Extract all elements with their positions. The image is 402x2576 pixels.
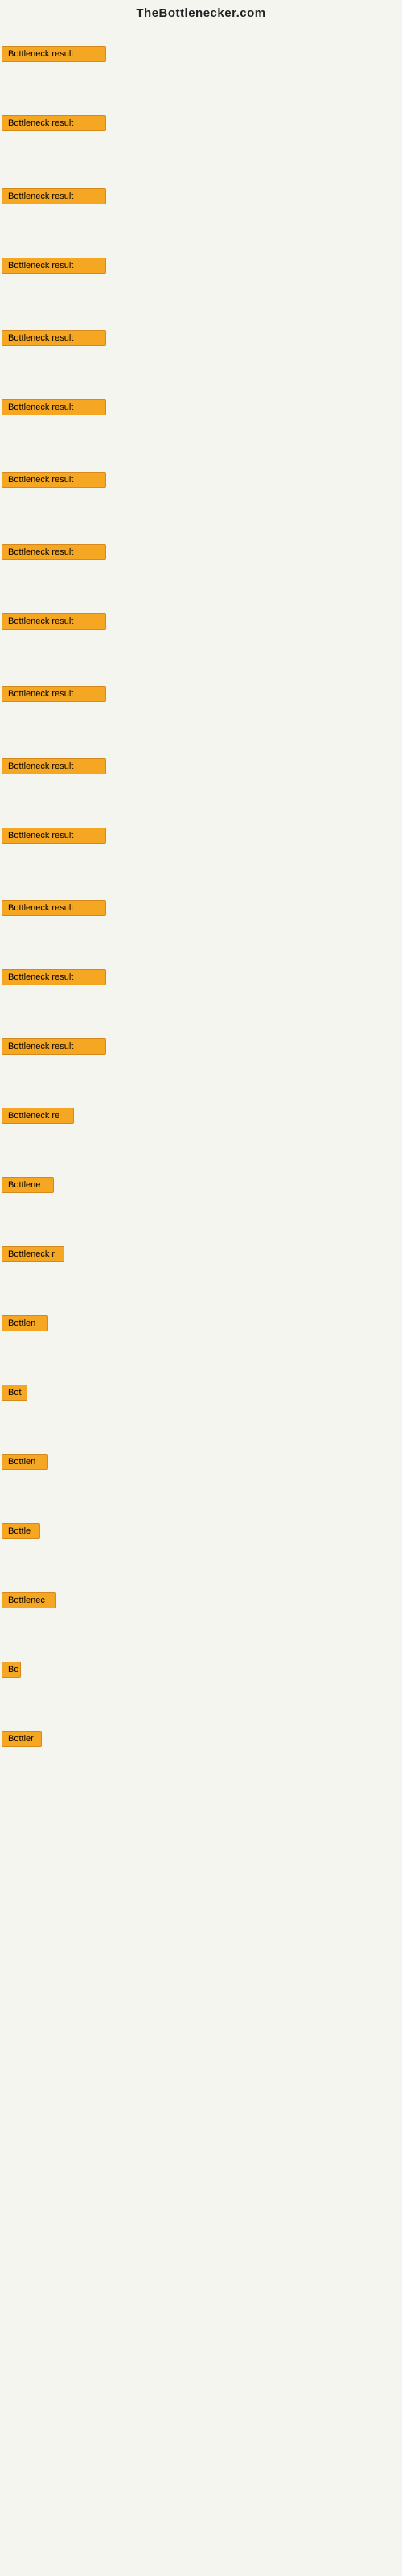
bottleneck-badge-row: Bottleneck result: [2, 544, 106, 564]
bottleneck-badge[interactable]: Bottleneck result: [2, 1038, 106, 1055]
bottleneck-badge-row: Bottleneck result: [2, 258, 106, 278]
bottleneck-badge[interactable]: Bottleneck result: [2, 258, 106, 274]
bottleneck-badge[interactable]: Bottleneck result: [2, 544, 106, 560]
bottleneck-badge[interactable]: Bottleneck result: [2, 330, 106, 346]
bottleneck-badge-row: Bottleneck result: [2, 330, 106, 350]
bottleneck-badge[interactable]: Bottle: [2, 1523, 40, 1539]
bottleneck-badge-row: Bottler: [2, 1731, 42, 1751]
bottleneck-badge[interactable]: Bot: [2, 1385, 27, 1401]
bottleneck-badge[interactable]: Bottleneck result: [2, 828, 106, 844]
bottleneck-badge[interactable]: Bottleneck r: [2, 1246, 64, 1262]
bottleneck-badge-row: Bottlenec: [2, 1592, 56, 1612]
bottleneck-badge-row: Bottlen: [2, 1315, 48, 1335]
bottleneck-badge-row: Bottleneck result: [2, 46, 106, 66]
bottleneck-badge-row: Bo: [2, 1662, 21, 1682]
bottleneck-badge[interactable]: Bo: [2, 1662, 21, 1678]
bottleneck-badge-row: Bottleneck result: [2, 188, 106, 208]
bottleneck-badge-row: Bottleneck result: [2, 758, 106, 778]
bottleneck-badge[interactable]: Bottlen: [2, 1315, 48, 1331]
bottleneck-badge-row: Bottleneck result: [2, 399, 106, 419]
bottleneck-badge[interactable]: Bottleneck result: [2, 115, 106, 131]
bottleneck-badge[interactable]: Bottleneck result: [2, 46, 106, 62]
bottleneck-badge-row: Bottleneck result: [2, 686, 106, 706]
bottleneck-badge[interactable]: Bottleneck result: [2, 613, 106, 630]
bottleneck-badge[interactable]: Bottlene: [2, 1177, 54, 1193]
bottleneck-badge[interactable]: Bottleneck re: [2, 1108, 74, 1124]
bottleneck-badge-row: Bottleneck result: [2, 828, 106, 848]
bottleneck-badge-row: Bottleneck result: [2, 472, 106, 492]
bottleneck-badge-row: Bottleneck result: [2, 115, 106, 135]
bottleneck-badge-row: Bottleneck result: [2, 900, 106, 920]
bottleneck-badge-row: Bottleneck result: [2, 613, 106, 634]
bottleneck-badge[interactable]: Bottlenec: [2, 1592, 56, 1608]
bottleneck-badge[interactable]: Bottleneck result: [2, 900, 106, 916]
bottleneck-badge-row: Bottleneck result: [2, 1038, 106, 1059]
bottleneck-badge-row: Bottleneck re: [2, 1108, 74, 1128]
bottleneck-badge[interactable]: Bottler: [2, 1731, 42, 1747]
bottleneck-badge-row: Bot: [2, 1385, 27, 1405]
bottleneck-badge-row: Bottle: [2, 1523, 40, 1543]
bottleneck-badge-row: Bottlen: [2, 1454, 48, 1474]
bottleneck-badge[interactable]: Bottlen: [2, 1454, 48, 1470]
bottleneck-badge[interactable]: Bottleneck result: [2, 472, 106, 488]
bottleneck-badge[interactable]: Bottleneck result: [2, 758, 106, 774]
bottleneck-badge-row: Bottleneck result: [2, 969, 106, 989]
bottleneck-badge-row: Bottleneck r: [2, 1246, 64, 1266]
bottleneck-badge-row: Bottlene: [2, 1177, 54, 1197]
bottleneck-badge[interactable]: Bottleneck result: [2, 686, 106, 702]
site-header: TheBottlenecker.com: [0, 0, 402, 23]
bottleneck-badge[interactable]: Bottleneck result: [2, 188, 106, 204]
bottleneck-badge[interactable]: Bottleneck result: [2, 969, 106, 985]
bottleneck-badge[interactable]: Bottleneck result: [2, 399, 106, 415]
